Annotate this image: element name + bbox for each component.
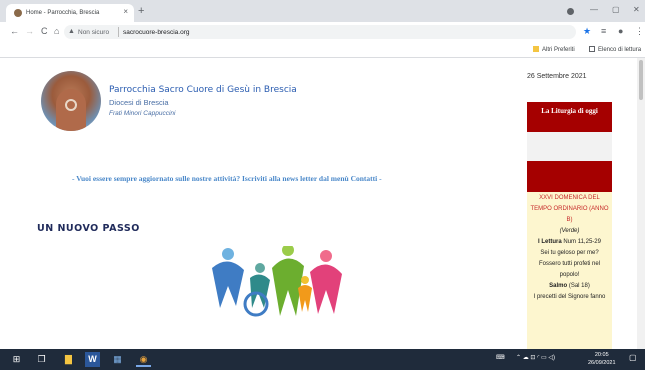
word-icon[interactable]: W	[85, 352, 100, 367]
address-separator	[118, 27, 119, 37]
maximize-button[interactable]: ▢	[612, 5, 620, 14]
minimize-button[interactable]: —	[590, 5, 598, 14]
address-bar[interactable]: ▲ Non sicuro sacrocuore-brescia.org	[64, 25, 576, 39]
rose-window-image	[65, 99, 77, 111]
psalm-ref: (Sal 18)	[567, 283, 590, 289]
home-button[interactable]: ⌂	[54, 26, 59, 36]
reading-list-icon[interactable]: ≡	[601, 26, 606, 36]
bookmark-star-icon[interactable]: ★	[583, 26, 591, 37]
reading-list-icon	[589, 46, 595, 52]
site-favicon-icon	[14, 9, 22, 17]
reading-ref: Num 11,25-29	[561, 239, 601, 245]
liturgy-color: (Verde)	[559, 228, 580, 234]
psalm-label: Salmo	[549, 283, 568, 289]
windows-taskbar: ⊞ ❐ ▇ W ▦ ◉ ⌨ ⌃ ☁ ⊡ ◜ ▭ ◁) 20:05 26/09/2…	[0, 349, 645, 370]
page-scrollbar[interactable]	[637, 58, 645, 349]
liturgy-psalm-ref: Salmo (Sal 18)	[527, 281, 612, 292]
site-order: Frati Minori Cappuccini	[109, 110, 176, 117]
tab-title: Home - Parrocchia, Brescia	[26, 10, 100, 16]
notifications-icon[interactable]: ▢	[629, 353, 637, 362]
system-tray-icons[interactable]: ⌃ ☁ ⊡ ◜ ▭ ◁)	[516, 354, 555, 361]
profile-icon[interactable]: ●	[618, 26, 623, 36]
current-date: 26 Settembre 2021	[527, 73, 587, 80]
liturgy-sunday-line2: TEMPO ORDINARIO (ANNO	[530, 206, 609, 212]
media-control-icon[interactable]	[567, 8, 574, 15]
bookmark-other-label: Altri Preferiti	[542, 47, 575, 53]
bookmarks-bar: Altri Preferiti Elenco di lettura	[0, 42, 645, 58]
security-label[interactable]: Non sicuro	[78, 29, 109, 36]
section-heading: UN NUOVO PASSO	[37, 223, 140, 234]
liturgy-sunday-line1: XXVI DOMENICA DEL	[539, 195, 600, 201]
browser-tab[interactable]: Home - Parrocchia, Brescia ×	[6, 4, 134, 22]
task-view-button[interactable]: ❐	[34, 352, 49, 367]
clock-time: 20:05	[594, 352, 609, 358]
reload-button[interactable]: C	[41, 26, 48, 36]
liturgy-color-bar	[527, 161, 612, 192]
people-illustration	[212, 246, 342, 317]
liturgy-header: La Liturgia di oggi	[527, 102, 612, 132]
liturgy-sunday-line3: B)	[566, 217, 573, 223]
chrome-icon[interactable]: ◉	[136, 352, 151, 367]
liturgy-widget: La Liturgia di oggi XXVI DOMENICA DEL TE…	[527, 102, 612, 349]
back-button[interactable]: ←	[10, 26, 19, 36]
menu-icon[interactable]: ⋮	[635, 26, 644, 37]
tab-close-button[interactable]: ×	[123, 7, 128, 16]
bookmark-reading-list[interactable]: Elenco di lettura	[589, 46, 641, 53]
keyboard-icon[interactable]: ⌨	[496, 354, 505, 361]
bookmark-reading-label: Elenco di lettura	[598, 47, 642, 53]
liturgy-body: XXVI DOMENICA DEL TEMPO ORDINARIO (ANNO …	[527, 192, 612, 349]
parish-logo[interactable]	[41, 71, 101, 131]
liturgy-reading-line2: Fossero tutti profeti nel	[538, 261, 601, 267]
close-window-button[interactable]: ✕	[633, 5, 640, 14]
liturgy-psalm-line1: I precetti del Signore fanno	[533, 294, 606, 300]
clock-date: 26/09/2021	[588, 360, 616, 366]
liturgy-reading-line3: popolo!	[559, 272, 580, 278]
forward-button[interactable]: →	[25, 26, 34, 36]
liturgy-spacer	[527, 132, 612, 161]
folder-icon	[533, 46, 539, 52]
scrollbar-thumb[interactable]	[639, 60, 643, 100]
browser-tab-bar: Home - Parrocchia, Brescia × + — ▢ ✕	[0, 0, 645, 22]
browser-toolbar: ← → C ⌂ ▲ Non sicuro sacrocuore-brescia.…	[0, 22, 645, 42]
app-icon[interactable]: ▦	[110, 352, 125, 367]
page-content: Parrocchia Sacro Cuore di Gesù in Bresci…	[0, 58, 645, 349]
reading-label: I Lettura	[538, 239, 562, 245]
bookmark-other-favorites[interactable]: Altri Preferiti	[533, 46, 575, 53]
url-text[interactable]: sacrocuore-brescia.org	[123, 29, 189, 36]
newsletter-marquee: - Vuoi essere sempre aggiornato sulle no…	[72, 174, 382, 183]
liturgy-reading-ref: I Lettura Num 11,25-29	[527, 237, 612, 248]
file-explorer-icon[interactable]: ▇	[61, 352, 76, 367]
site-diocese: Diocesi di Brescia	[109, 98, 169, 107]
new-tab-button[interactable]: +	[138, 5, 144, 17]
start-button[interactable]: ⊞	[9, 352, 24, 367]
system-clock[interactable]: 20:05 26/09/2021	[588, 351, 616, 367]
site-title[interactable]: Parrocchia Sacro Cuore di Gesù in Bresci…	[109, 85, 297, 95]
liturgy-reading-line1: Sei tu geloso per me?	[540, 250, 599, 256]
warning-icon[interactable]: ▲	[68, 28, 75, 35]
